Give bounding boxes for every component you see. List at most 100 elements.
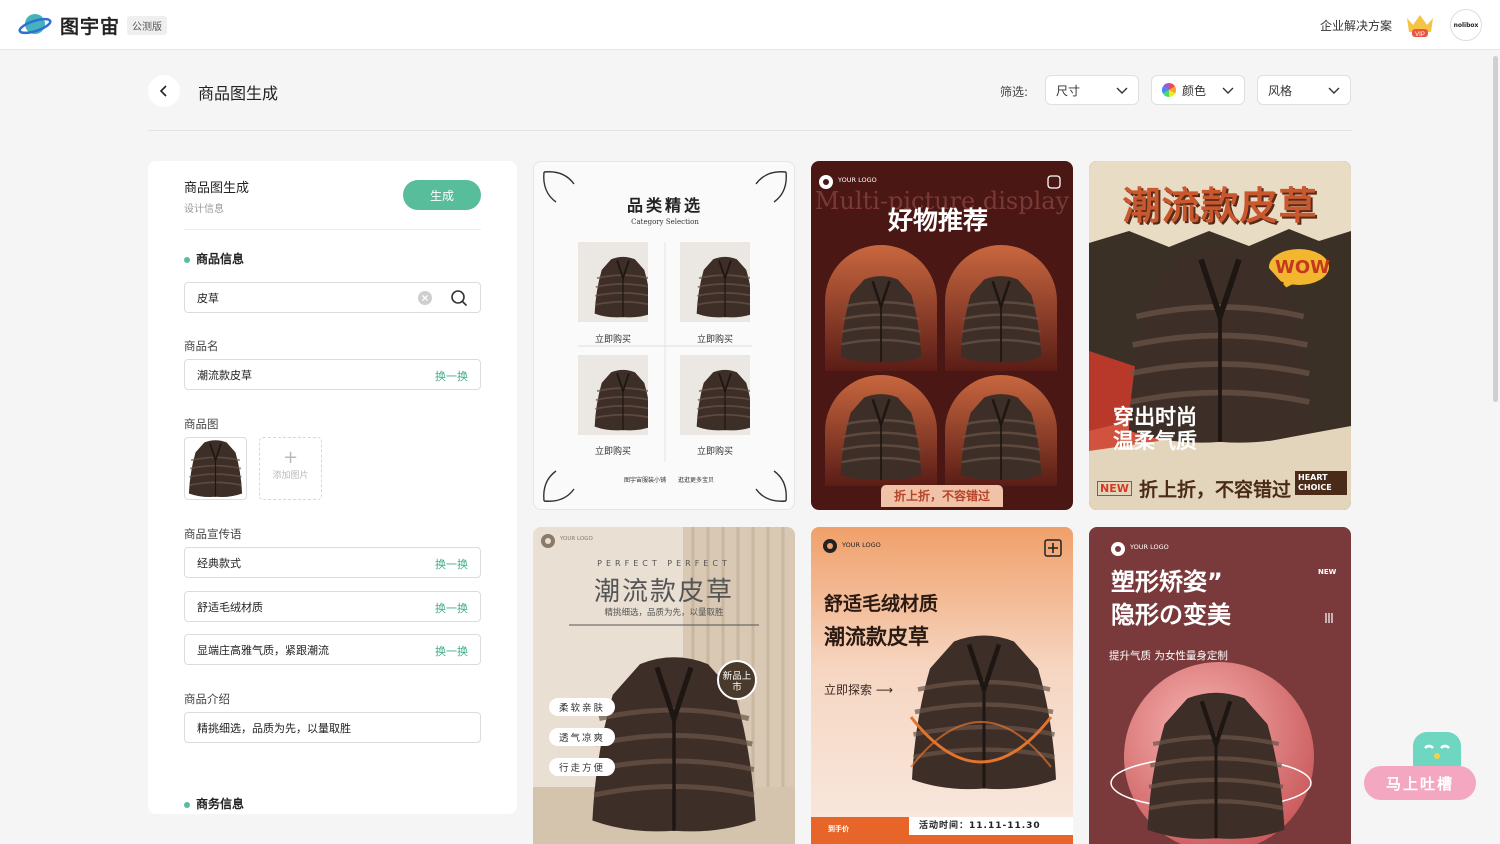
vip-label: VIP	[1415, 32, 1425, 38]
fur-coat-image	[680, 242, 750, 322]
card4-subtitle: 精挑细选，品质为先，以量取胜	[604, 608, 724, 618]
panel-divider	[184, 229, 481, 230]
chevron-down-icon	[1222, 87, 1234, 94]
template-card-plush[interactable]: YOUR LOGO 舒适毛绒材质 潮流款皮草 立即探索 ⟶ 到手价 活动时间：1…	[811, 527, 1073, 844]
generate-button[interactable]: 生成	[403, 180, 481, 210]
chevron-left-icon	[159, 85, 167, 97]
chevron-down-icon	[1116, 87, 1128, 94]
card1-footer-right: 逛逛更多宝贝	[678, 477, 715, 484]
card5-price-label: 到手价	[828, 825, 849, 833]
slogan-field-1[interactable]: 经典款式 换一换	[184, 547, 481, 578]
template-card-trend-fur[interactable]: 潮流款皮草 WOW 穿出时尚 温柔气质 NEW 折上折，不容错过 HEART C…	[1089, 161, 1351, 510]
card1-footer-left: 图宇宙服装小铺	[623, 477, 666, 484]
product-intro-field[interactable]: 精挑细选，品质为先，以量取胜	[184, 712, 481, 743]
swap-button[interactable]: 换一换	[435, 643, 468, 659]
card5-explore-label: 立即探索	[824, 683, 873, 697]
color-filter-value: 颜色	[1182, 83, 1207, 98]
chevron-down-icon	[1328, 87, 1340, 94]
slogan-field-3[interactable]: 显端庄高雅气质，紧跟潮流 换一换	[184, 634, 481, 665]
plus-icon: +	[282, 447, 299, 468]
product-name-value: 潮流款皮草	[197, 368, 252, 382]
section-business-info: 商务信息	[184, 795, 244, 812]
slogan-value-3: 显端庄高雅气质，紧跟潮流	[197, 643, 329, 657]
section-business-info-label: 商务信息	[196, 797, 245, 811]
panel-title: 商品图生成	[184, 181, 250, 196]
add-image-button[interactable]: + 添加图片	[259, 437, 322, 500]
page-scrollbar-thumb[interactable]	[1493, 56, 1498, 402]
search-icon[interactable]	[450, 289, 468, 307]
card4-tag-3: 行走方便	[549, 758, 616, 776]
feedback-label: 马上吐槽	[1364, 766, 1476, 800]
card1-product-3	[578, 355, 648, 435]
card1-subtitle: Category Selection	[631, 218, 699, 226]
section-product-info: 商品信息	[184, 250, 244, 267]
card4-new-badge: 新品上市	[717, 660, 757, 700]
fur-coat-image	[959, 389, 1043, 485]
logo-mark-icon	[541, 534, 555, 548]
feedback-button[interactable]: 马上吐槽	[1364, 732, 1476, 802]
card5-title-1: 舒适毛绒材质	[824, 593, 939, 615]
logo-mark-icon	[1111, 542, 1125, 556]
product-search-value: 皮草	[197, 291, 219, 305]
section-dot	[184, 801, 190, 808]
swoosh-decoration	[909, 716, 1053, 768]
section-dot	[184, 256, 190, 263]
avatar[interactable]: nolibox	[1450, 9, 1482, 41]
plus-box-icon	[1044, 539, 1062, 557]
card2-banner: 折上折，不容错过	[881, 485, 1003, 507]
style-filter-value: 风格	[1268, 83, 1293, 98]
card3-bottom-text: 折上折，不容错过	[1139, 479, 1292, 501]
template-card-perfect[interactable]: YOUR LOGO PERFECT PERFECT 潮流款皮草 精挑细选，品质为…	[533, 527, 795, 844]
logo-mark-icon	[823, 539, 837, 553]
card6-logo-text: YOUR LOGO	[1130, 543, 1169, 551]
card1-buy-label: 立即购买	[594, 335, 631, 345]
fur-coat-image	[959, 271, 1043, 367]
style-filter-select[interactable]: 风格	[1257, 75, 1351, 105]
panel-subtitle: 设计信息	[184, 204, 224, 215]
card5-logo-text: YOUR LOGO	[842, 541, 881, 549]
fur-coat-image	[839, 389, 923, 485]
card5-explore[interactable]: 立即探索 ⟶	[824, 681, 893, 698]
filter-label: 筛选:	[1000, 85, 1029, 99]
slogan-label: 商品宣传语	[184, 527, 242, 541]
enterprise-solutions-link[interactable]: 企业解决方案	[1320, 17, 1392, 34]
card3-heart-choice: HEART CHOICE	[1295, 471, 1347, 495]
card3-new-badge: NEW	[1097, 481, 1132, 496]
swap-button[interactable]: 换一换	[435, 600, 468, 616]
template-card-category-selection[interactable]: 品类精选 Category Selection 立即购买 立即购买 立即购买 立…	[533, 161, 795, 510]
size-filter-select[interactable]: 尺寸	[1045, 75, 1139, 105]
card6-new: NEW	[1318, 568, 1337, 576]
template-card-recommend[interactable]: YOUR LOGO Multi-picture display 好物推荐 折上折…	[811, 161, 1073, 510]
brand-name[interactable]: 图宇宙	[60, 12, 120, 39]
header-divider	[148, 130, 1352, 131]
card4-title: 潮流款皮草	[593, 577, 734, 607]
swap-button[interactable]: 换一换	[435, 368, 468, 384]
slogan-field-2[interactable]: 舒适毛绒材质 换一换	[184, 591, 481, 622]
product-name-field[interactable]: 潮流款皮草 换一换	[184, 359, 481, 390]
product-intro-value: 精挑细选，品质为先，以量取胜	[197, 721, 351, 735]
card3-title: 潮流款皮草	[1122, 184, 1318, 228]
product-image-thumbnail[interactable]	[184, 437, 247, 500]
bars-icon	[1325, 613, 1333, 623]
beta-badge: 公测版	[127, 16, 167, 35]
swap-button[interactable]: 换一换	[435, 556, 468, 572]
template-card-shaping[interactable]: YOUR LOGO 塑形矫姿” 隐形の变美 NEW 提升气质 为女性量身定制	[1089, 527, 1351, 844]
clear-icon[interactable]	[418, 291, 432, 305]
fur-coat-image	[1141, 687, 1291, 844]
card1-title: 品类精选	[626, 196, 703, 215]
card3-slogan-2: 温柔气质	[1113, 429, 1197, 453]
fur-coat-image	[578, 355, 648, 435]
page-title: 商品图生成	[198, 84, 279, 103]
fur-coat-image	[680, 355, 750, 435]
card1-buy-label: 立即购买	[696, 447, 733, 457]
card4-tag-1: 柔软亲肤	[549, 698, 616, 716]
card1-product-2	[680, 242, 750, 322]
product-search-input[interactable]: 皮草	[184, 282, 481, 313]
back-button[interactable]	[148, 75, 180, 107]
planet-logo-icon[interactable]	[18, 10, 52, 38]
card4-perfect: PERFECT PERFECT	[597, 559, 731, 568]
vip-crown-icon[interactable]: VIP	[1404, 12, 1436, 38]
card6-title-2: 隐形の变美	[1111, 601, 1231, 629]
color-filter-select[interactable]: 颜色	[1151, 75, 1245, 105]
card4-logo-text: YOUR LOGO	[560, 536, 593, 542]
